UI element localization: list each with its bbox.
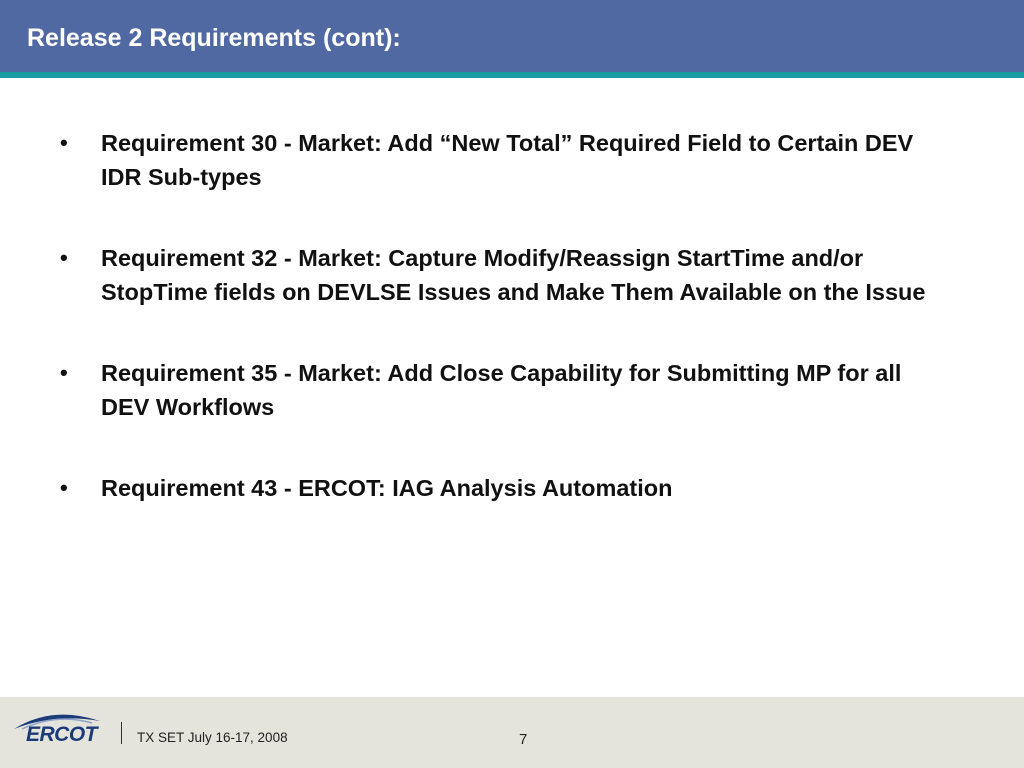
bullet-icon: • [60,245,68,270]
title-bar: Release 2 Requirements (cont): [0,0,1024,72]
footer-bar: ERCOT TX SET July 16-17, 2008 7 [0,697,1024,768]
bullet-icon: • [60,475,68,500]
bullet-text: Requirement 35 - Market: Add Close Capab… [101,360,902,420]
bullet-item-3: • Requirement 35 - Market: Add Close Cap… [56,356,956,424]
bullet-text: Requirement 30 - Market: Add “New Total”… [101,130,914,190]
footer-event-text: TX SET July 16-17, 2008 [137,730,288,745]
ercot-logo: ERCOT [12,709,102,751]
footer-divider [121,722,122,744]
logo-text: ERCOT [26,723,98,746]
bullet-text: Requirement 43 - ERCOT: IAG Analysis Aut… [101,475,673,501]
bullet-text: Requirement 32 - Market: Capture Modify/… [101,245,926,305]
title-accent-stripe [0,72,1024,78]
bullet-item-2: • Requirement 32 - Market: Capture Modif… [56,241,956,309]
slide-title: Release 2 Requirements (cont): [27,24,401,52]
bullet-icon: • [60,360,68,385]
bullet-item-1: • Requirement 30 - Market: Add “New Tota… [56,126,956,194]
bullet-item-4: • Requirement 43 - ERCOT: IAG Analysis A… [56,471,956,505]
bullet-icon: • [60,130,68,155]
bullet-list: • Requirement 30 - Market: Add “New Tota… [56,126,956,505]
page-number: 7 [519,731,528,748]
